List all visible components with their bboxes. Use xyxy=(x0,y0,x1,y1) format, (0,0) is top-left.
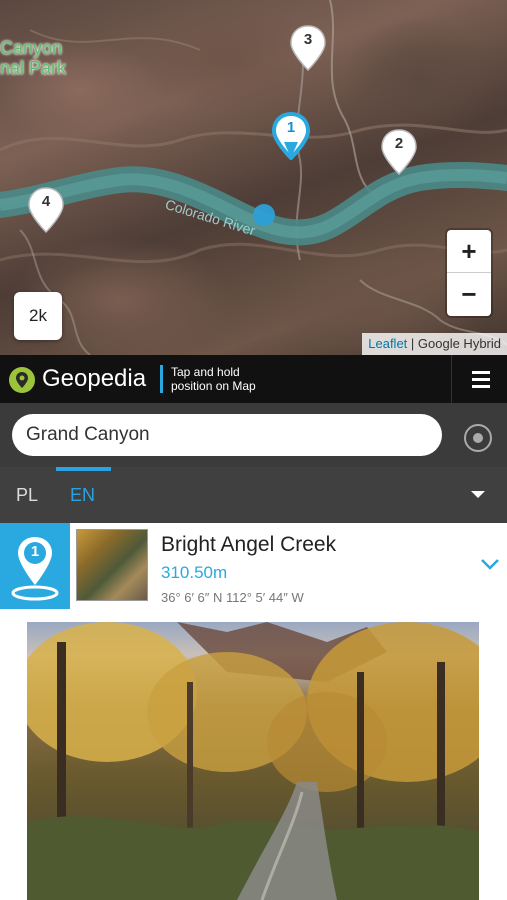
map-marker-1[interactable]: 1 xyxy=(271,111,311,161)
locate-icon[interactable] xyxy=(464,424,492,452)
marker-number: 2 xyxy=(394,135,404,152)
current-position-dot xyxy=(253,204,275,226)
leaflet-link[interactable]: Leaflet xyxy=(368,336,407,351)
zoom-out-button[interactable]: − xyxy=(447,273,491,316)
map-pin-icon xyxy=(11,537,59,601)
map-view[interactable]: Canyon nal Park Colorado River 1 2 3 4 +… xyxy=(0,0,507,355)
app-name: Geopedia xyxy=(42,365,147,392)
zoom-control: + − xyxy=(447,230,491,316)
header-tagline: Tap and hold position on Map xyxy=(160,365,270,393)
result-title: Bright Angel Creek xyxy=(161,533,337,556)
map-marker-4[interactable]: 4 xyxy=(27,186,65,234)
attribution-text: | Google Hybrid xyxy=(407,336,501,351)
park-label-line1: Canyon xyxy=(0,38,63,58)
search-bar xyxy=(0,403,507,467)
result-thumbnail[interactable] xyxy=(76,529,148,601)
marker-number: 4 xyxy=(41,193,51,210)
park-label-line2: nal Park xyxy=(0,58,67,78)
app: Canyon nal Park Colorado River 1 2 3 4 +… xyxy=(0,0,507,900)
zoom-in-button[interactable]: + xyxy=(447,230,491,273)
result-marker-badge: 1 xyxy=(0,523,70,609)
caret-down-icon[interactable] xyxy=(471,491,485,498)
result-elevation: 310.50m xyxy=(161,563,228,582)
menu-button[interactable] xyxy=(451,355,507,403)
map-attribution: Leaflet | Google Hybrid xyxy=(362,333,507,355)
tab-pl[interactable]: PL xyxy=(16,467,38,523)
marker-number: 3 xyxy=(303,31,313,48)
tab-en[interactable]: EN xyxy=(70,467,95,523)
app-header: Geopedia Tap and hold position on Map xyxy=(0,355,507,403)
chevron-down-icon[interactable] xyxy=(480,557,500,571)
result-photo[interactable] xyxy=(27,622,479,900)
result-item[interactable]: 1 Bright Angel Creek 310.50m 36° 6′ 6″ N… xyxy=(0,523,507,609)
map-terrain xyxy=(0,0,507,355)
marker-number: 1 xyxy=(286,119,296,136)
search-input[interactable] xyxy=(12,414,442,456)
map-marker-3[interactable]: 3 xyxy=(289,24,327,72)
result-coordinates: 36° 6′ 6″ N 112° 5′ 44″ W xyxy=(161,590,304,605)
result-number: 1 xyxy=(30,543,40,560)
map-marker-2[interactable]: 2 xyxy=(380,128,418,176)
scale-button[interactable]: 2k xyxy=(14,292,62,340)
language-tabs: PL EN xyxy=(0,467,507,523)
geopedia-logo-icon xyxy=(9,367,35,393)
photo-scene xyxy=(27,622,479,900)
